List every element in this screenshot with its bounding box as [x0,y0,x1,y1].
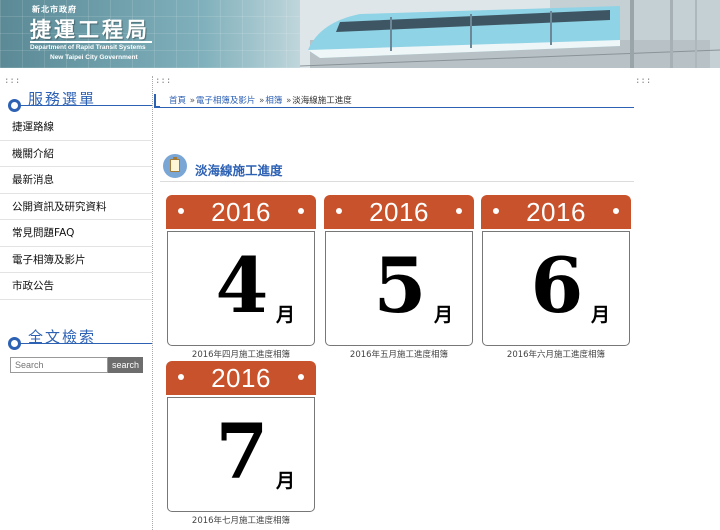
search-title-underline [20,343,152,344]
calendar-year: 2016 [526,197,586,227]
ring-hole-icon [298,208,304,214]
separator-dots-right: ::: [635,76,652,86]
sidebar: 服務選單 捷運路線 機關介紹 最新消息 公開資訊及研究資料 常見問題FAQ 電子… [0,86,152,373]
ring-hole-icon [613,208,619,214]
breadcrumb: 首頁 »電子相簿及影片 »相簿 »淡海線施工進度 [169,94,352,106]
breadcrumb-current: 淡海線施工進度 [292,96,352,106]
calendar-month-suffix: 月 [276,304,296,326]
ring-hole-icon [456,208,462,214]
menu-heading: 服務選單 [0,86,152,112]
breadcrumb-separator: » [286,96,292,106]
album-card-june[interactable]: 2016 6 月 2016年六月施工進度相簿 [481,195,631,360]
menu-title-underline [20,105,152,106]
calendar-year: 2016 [211,197,271,227]
calendar-month-suffix: 月 [434,304,454,326]
breadcrumb-separator: » [189,96,195,106]
calendar-year: 2016 [211,363,271,393]
calendar-cap: 2016 [481,195,631,229]
calendar-cap: 2016 [324,195,474,229]
breadcrumb-separator: » [259,96,265,106]
album-card-july[interactable]: 2016 7 月 2016年七月施工進度相簿 [166,361,316,526]
breadcrumb-corner [154,94,160,108]
english-name-line2: New Taipei City Government [50,54,138,61]
english-name-line1: Department of Rapid Transit Systems [30,44,146,51]
sidebar-item-about[interactable]: 機關介紹 [0,141,152,167]
calendar-cap: 2016 [166,361,316,395]
calendar-month-suffix: 月 [591,304,611,326]
logo-rule [30,41,152,43]
album-card-may[interactable]: 2016 5 月 2016年五月施工進度相簿 [324,195,474,360]
sidebar-item-public-info[interactable]: 公開資訊及研究資料 [0,194,152,220]
calendar-year: 2016 [369,197,429,227]
header-banner: 新北市政府 捷運工程局 Department of Rapid Transit … [0,0,720,68]
calendar-month-suffix: 月 [276,470,296,492]
separator-dots-left: ::: [4,76,21,86]
clipboard-icon [163,154,187,178]
calendar-sheet: 4 月 [167,231,315,346]
section-heading: 淡海線施工進度 [160,154,634,182]
calendar-sheet: 6 月 [482,231,630,346]
sidebar-divider [152,76,153,530]
sidebar-item-faq[interactable]: 常見問題FAQ [0,220,152,247]
tram-photo [300,0,720,68]
calendar-cap: 2016 [166,195,316,229]
calendar-sheet: 7 月 [167,397,315,512]
search-button[interactable]: search [108,357,143,373]
search-form: search [10,357,143,373]
album-caption[interactable]: 2016年五月施工進度相簿 [324,348,474,360]
calendar-sheet: 5 月 [325,231,473,346]
album-card-april[interactable]: 2016 4 月 2016年四月施工進度相簿 [166,195,316,360]
site-logo[interactable]: 新北市政府 捷運工程局 Department of Rapid Transit … [26,4,158,64]
search-heading: 全文檢索 [0,324,152,350]
sidebar-item-albums[interactable]: 電子相簿及影片 [0,247,152,273]
album-caption[interactable]: 2016年四月施工進度相簿 [166,348,316,360]
sidebar-item-routes[interactable]: 捷運路線 [0,114,152,141]
sidebar-menu: 捷運路線 機關介紹 最新消息 公開資訊及研究資料 常見問題FAQ 電子相簿及影片… [0,114,152,300]
search-input[interactable] [10,357,108,373]
breadcrumb-bar: 首頁 »電子相簿及影片 »相簿 »淡海線施工進度 [154,90,634,108]
sidebar-item-announcements[interactable]: 市政公告 [0,273,152,300]
breadcrumb-photo-album[interactable]: 相簿 [265,96,282,106]
separator-dots-center: ::: [155,76,172,86]
section-title: 淡海線施工進度 [195,163,283,178]
breadcrumb-albums[interactable]: 電子相簿及影片 [196,96,256,106]
bureau-name: 捷運工程局 [30,18,150,42]
album-caption[interactable]: 2016年七月施工進度相簿 [166,514,316,526]
sidebar-item-news[interactable]: 最新消息 [0,167,152,194]
album-caption[interactable]: 2016年六月施工進度相簿 [481,348,631,360]
ring-hole-icon [298,374,304,380]
breadcrumb-home[interactable]: 首頁 [169,96,186,106]
